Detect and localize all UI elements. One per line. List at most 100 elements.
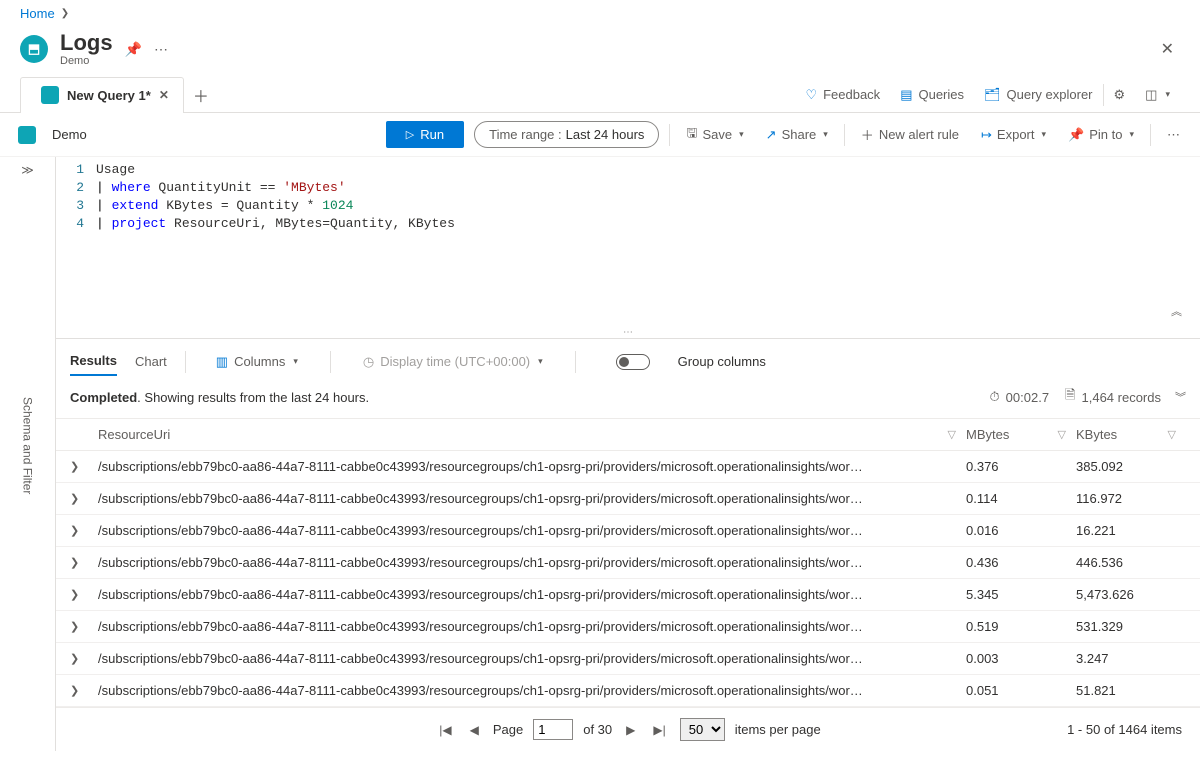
resize-handle[interactable]: ⋯ ︽ (56, 327, 1200, 338)
display-time-button[interactable]: ◷Display time (UTC+00:00)▾ (363, 354, 543, 370)
row-expand-icon[interactable]: ❯ (70, 524, 98, 537)
table-row[interactable]: ❯/subscriptions/ebb79bc0-aa86-44a7-8111-… (56, 483, 1200, 515)
cell-kbytes: 531.329 (1076, 619, 1186, 634)
chevron-down-icon: ▾ (1165, 89, 1170, 100)
row-expand-icon[interactable]: ❯ (70, 652, 98, 665)
more-icon[interactable]: ⋯ (154, 41, 168, 58)
queries-icon: ▤ (900, 87, 912, 103)
tab-active[interactable]: New Query 1* ✕ (20, 77, 184, 113)
row-expand-icon[interactable]: ❯ (70, 460, 98, 473)
logs-icon: ⬒ (20, 35, 48, 63)
pin-icon[interactable]: 📌 (125, 41, 142, 58)
cell-mbytes: 0.114 (966, 491, 1076, 506)
gear-icon: ⚙ (1114, 87, 1126, 103)
query-explorer-button[interactable]: 🗂Query explorer (974, 77, 1103, 113)
query-editor[interactable]: 1234 Usage | where QuantityUnit == 'MByt… (56, 157, 1200, 327)
cell-mbytes: 0.436 (966, 555, 1076, 570)
settings-button[interactable]: ⚙ (1104, 77, 1136, 113)
save-button[interactable]: 🖫Save▾ (680, 124, 749, 146)
filter-icon[interactable]: ▽ (1058, 428, 1066, 441)
breadcrumb-home[interactable]: Home (20, 6, 55, 21)
table-row[interactable]: ❯/subscriptions/ebb79bc0-aa86-44a7-8111-… (56, 579, 1200, 611)
pager-prev-button[interactable]: ◀ (466, 723, 483, 737)
code-line: | where QuantityUnit == 'MBytes' (96, 179, 1200, 197)
results-table: ResourceUri▽ MBytes▽ KBytes▽ ❯/subscript… (56, 418, 1200, 707)
cell-kbytes: 51.821 (1076, 683, 1186, 698)
col-kbytes[interactable]: KBytes (1076, 427, 1117, 442)
tab-close-icon[interactable]: ✕ (159, 88, 169, 102)
pager-first-button[interactable]: |◀ (435, 723, 455, 737)
cell-mbytes: 0.016 (966, 523, 1076, 538)
separator (330, 351, 331, 373)
chevron-down-icon: ▾ (538, 356, 543, 367)
run-button[interactable]: Run (386, 121, 464, 148)
row-expand-icon[interactable]: ❯ (70, 556, 98, 569)
chevron-down-icon: ▾ (823, 129, 828, 140)
cell-resourceuri: /subscriptions/ebb79bc0-aa86-44a7-8111-c… (98, 587, 966, 602)
expand-down-icon[interactable]: ︾ (1175, 389, 1186, 405)
table-row[interactable]: ❯/subscriptions/ebb79bc0-aa86-44a7-8111-… (56, 515, 1200, 547)
sidebar-label[interactable]: Schema and Filter (21, 397, 35, 494)
tab-results[interactable]: Results (70, 347, 117, 376)
save-icon: 🖫 (686, 124, 697, 146)
tab-icon (41, 86, 59, 104)
table-row[interactable]: ❯/subscriptions/ebb79bc0-aa86-44a7-8111-… (56, 451, 1200, 483)
cell-resourceuri: /subscriptions/ebb79bc0-aa86-44a7-8111-c… (98, 459, 966, 474)
table-row[interactable]: ❯/subscriptions/ebb79bc0-aa86-44a7-8111-… (56, 547, 1200, 579)
status-bar: Completed . Showing results from the las… (56, 376, 1200, 418)
row-expand-icon[interactable]: ❯ (70, 684, 98, 697)
filter-icon[interactable]: ▽ (948, 428, 956, 441)
pager-page-input[interactable] (533, 719, 573, 740)
page-header: ⬒ Logs Demo 📌 ⋯ ✕ (0, 27, 1200, 77)
close-icon[interactable]: ✕ (1155, 33, 1180, 65)
status-completed: Completed (70, 390, 137, 405)
table-row[interactable]: ❯/subscriptions/ebb79bc0-aa86-44a7-8111-… (56, 643, 1200, 675)
chevron-down-icon: ▾ (1129, 129, 1134, 140)
scope-label[interactable]: Demo (52, 127, 87, 142)
results-tab-bar: Results Chart ▥Columns▾ ◷Display time (U… (56, 338, 1200, 376)
panels-button[interactable]: ◫▾ (1135, 77, 1180, 113)
cell-kbytes: 116.972 (1076, 491, 1186, 506)
chevron-down-icon: ▾ (739, 129, 744, 140)
separator (844, 124, 845, 146)
table-row[interactable]: ❯/subscriptions/ebb79bc0-aa86-44a7-8111-… (56, 611, 1200, 643)
explorer-icon: 🗂 (984, 87, 1001, 103)
pin-to-button[interactable]: 📌Pin to▾ (1062, 127, 1140, 143)
code-line: | project ResourceUri, MBytes=Quantity, … (96, 215, 1200, 233)
separator (1150, 124, 1151, 146)
tab-add-button[interactable]: ＋ (184, 77, 218, 113)
columns-icon: ▥ (216, 354, 228, 370)
chevron-right-icon: ❯ (61, 8, 69, 19)
share-icon: ↗ (766, 127, 777, 143)
tab-chart[interactable]: Chart (135, 348, 167, 375)
pager-last-button[interactable]: ▶| (649, 723, 669, 737)
filter-icon[interactable]: ▽ (1168, 428, 1176, 441)
group-columns-label: Group columns (678, 354, 766, 369)
queries-button[interactable]: ▤Queries (890, 77, 974, 113)
columns-button[interactable]: ▥Columns▾ (216, 354, 298, 370)
status-detail: . Showing results from the last 24 hours… (137, 390, 369, 405)
new-alert-button[interactable]: ＋New alert rule (855, 125, 965, 144)
cell-resourceuri: /subscriptions/ebb79bc0-aa86-44a7-8111-c… (98, 523, 966, 538)
col-mbytes[interactable]: MBytes (966, 427, 1009, 442)
feedback-button[interactable]: ♡Feedback (795, 77, 890, 113)
row-expand-icon[interactable]: ❯ (70, 620, 98, 633)
col-resourceuri[interactable]: ResourceUri (98, 427, 170, 442)
share-button[interactable]: ↗Share▾ (760, 127, 834, 143)
row-expand-icon[interactable]: ❯ (70, 588, 98, 601)
table-row[interactable]: ❯/subscriptions/ebb79bc0-aa86-44a7-8111-… (56, 675, 1200, 707)
cell-kbytes: 3.247 (1076, 651, 1186, 666)
expand-sidebar-icon[interactable]: ≫ (21, 163, 34, 177)
export-button[interactable]: ↦Export▾ (975, 127, 1052, 143)
pin-icon: 📌 (1068, 127, 1084, 143)
time-range-picker[interactable]: Time range : Last 24 hours (474, 121, 659, 148)
plus-icon: ＋ (861, 125, 874, 144)
collapse-up-icon[interactable]: ︽ (1171, 303, 1182, 319)
group-columns-toggle[interactable] (616, 354, 650, 370)
row-expand-icon[interactable]: ❯ (70, 492, 98, 505)
pager-next-button[interactable]: ▶ (622, 723, 639, 737)
separator (669, 124, 670, 146)
more-actions-button[interactable]: ⋯ (1161, 127, 1188, 143)
pager-size-select[interactable]: 50 (680, 718, 725, 741)
schema-sidebar: ≫ Schema and Filter (0, 157, 56, 751)
